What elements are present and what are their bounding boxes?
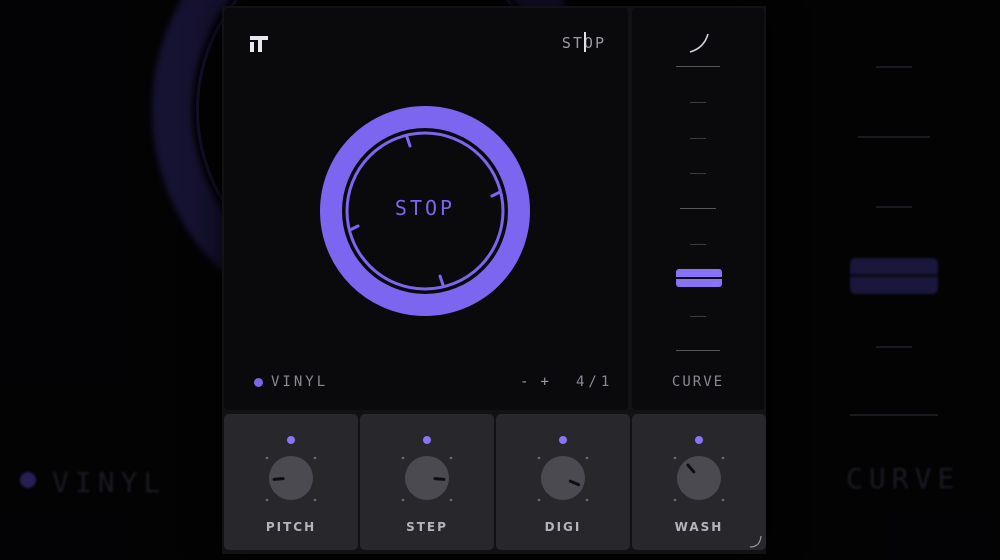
dial-label: STOP <box>394 196 456 220</box>
knob-dial-icon <box>265 456 317 502</box>
fader-tick <box>690 102 706 103</box>
fader-tick <box>690 244 706 245</box>
knob-label: WASH <box>674 520 724 534</box>
text-cursor-icon <box>583 32 586 52</box>
knob-dial-icon <box>673 456 725 502</box>
resize-grip-icon[interactable] <box>748 534 762 548</box>
knob-led-icon <box>559 436 567 444</box>
knob-label: DIGI <box>544 520 582 534</box>
fader-tick <box>680 208 716 209</box>
knob-step[interactable]: STEP <box>360 414 494 550</box>
fader-tick <box>690 138 706 139</box>
main-panel: STOP STOP VINYL - + <box>224 8 628 410</box>
curve-panel: CURVE <box>632 8 764 410</box>
fader-tick <box>690 316 706 317</box>
minus-button[interactable]: - <box>520 374 528 390</box>
knob-digi[interactable]: DIGI <box>496 414 630 550</box>
mode-selector[interactable]: VINYL <box>254 374 328 390</box>
knob-led-icon <box>423 436 431 444</box>
step-controls: - + <box>520 374 549 390</box>
curve-fader[interactable] <box>632 8 764 410</box>
knob-dial-icon <box>537 456 589 502</box>
plugin-window: STOP STOP VINYL - + <box>222 6 766 554</box>
knob-label: STEP <box>406 520 448 534</box>
mode-indicator-dot <box>254 377 263 387</box>
knob-dial-icon <box>401 456 453 502</box>
curve-label: CURVE <box>671 374 725 390</box>
mode-label: VINYL <box>271 374 329 390</box>
fader-tick <box>676 350 720 351</box>
tr-logo-icon-stem <box>250 42 254 52</box>
knob-wash[interactable]: WASH <box>632 414 766 550</box>
stop-dial[interactable]: STOP <box>318 104 532 318</box>
mode-readout[interactable]: STOP <box>562 32 606 52</box>
fader-tick <box>690 173 706 174</box>
knob-pitch[interactable]: PITCH <box>224 414 358 550</box>
plus-button[interactable]: + <box>540 374 548 390</box>
knob-label: PITCH <box>265 520 317 534</box>
knob-led-icon <box>287 436 295 444</box>
fader-handle[interactable] <box>676 269 722 287</box>
knob-led-icon <box>695 436 703 444</box>
fader-tick <box>676 66 720 67</box>
ratio-readout[interactable]: 4/1 <box>576 374 613 390</box>
